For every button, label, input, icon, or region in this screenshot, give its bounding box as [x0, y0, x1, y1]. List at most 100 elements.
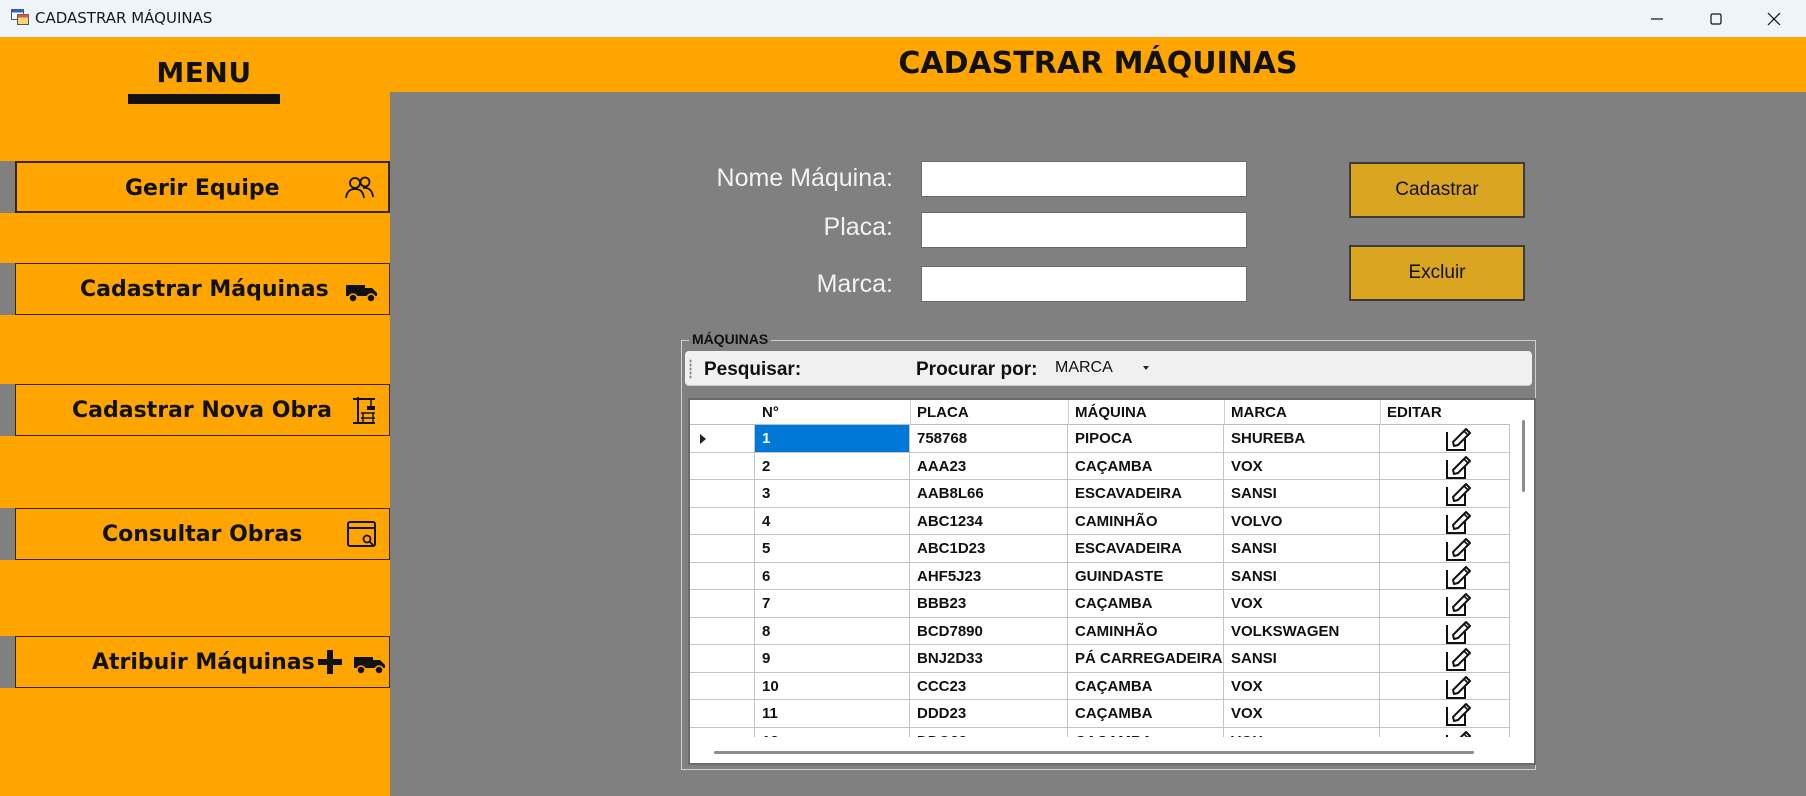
- excluir-button[interactable]: Excluir: [1349, 245, 1525, 301]
- column-header-placa[interactable]: PLACA: [910, 400, 1068, 425]
- edit-button[interactable]: [1380, 507, 1510, 535]
- cell-maquina[interactable]: CAMINHÃO: [1068, 507, 1224, 535]
- edit-button[interactable]: [1380, 645, 1510, 673]
- cell-marca[interactable]: VOLVO: [1224, 507, 1380, 535]
- cell-marca[interactable]: VOX: [1224, 452, 1380, 480]
- filter-select[interactable]: MARCA: [1052, 356, 1152, 380]
- row-header[interactable]: [690, 700, 755, 728]
- cell-placa[interactable]: CCC23: [910, 672, 1068, 700]
- cell-placa[interactable]: BCD7890: [910, 617, 1068, 645]
- cell-marca[interactable]: VOX: [1224, 727, 1380, 737]
- cell-n[interactable]: 9: [755, 645, 910, 673]
- row-header[interactable]: [690, 645, 755, 673]
- cell-n[interactable]: 4: [755, 507, 910, 535]
- menu-item-cadastrar-maquinas[interactable]: Cadastrar Máquinas: [15, 263, 390, 315]
- cell-placa[interactable]: AAA23: [910, 452, 1068, 480]
- row-header[interactable]: [690, 452, 755, 480]
- row-header[interactable]: [690, 590, 755, 618]
- cell-marca[interactable]: VOX: [1224, 700, 1380, 728]
- search-input[interactable]: [811, 358, 915, 380]
- edit-button[interactable]: [1380, 535, 1510, 563]
- cell-n[interactable]: 3: [755, 480, 910, 508]
- edit-button[interactable]: [1380, 562, 1510, 590]
- cell-n[interactable]: 6: [755, 562, 910, 590]
- cadastrar-button[interactable]: Cadastrar: [1349, 162, 1525, 218]
- cell-maquina[interactable]: CAÇAMBA: [1068, 672, 1224, 700]
- edit-button[interactable]: [1380, 617, 1510, 645]
- cell-placa[interactable]: DDO23: [910, 727, 1068, 737]
- menu-item-consultar-obras[interactable]: Consultar Obras: [15, 508, 390, 560]
- cell-maquina[interactable]: CAÇAMBA: [1068, 727, 1224, 737]
- cell-placa[interactable]: BBB23: [910, 590, 1068, 618]
- cell-marca[interactable]: SANSI: [1224, 480, 1380, 508]
- cell-placa[interactable]: AAB8L66: [910, 480, 1068, 508]
- nome-maquina-input[interactable]: [921, 161, 1247, 197]
- row-header[interactable]: [690, 425, 755, 453]
- cell-maquina[interactable]: CAÇAMBA: [1068, 452, 1224, 480]
- edit-button[interactable]: [1380, 425, 1510, 453]
- table-row[interactable]: 5 ABC1D23 ESCAVADEIRA SANSI: [690, 535, 1510, 563]
- cell-marca[interactable]: VOX: [1224, 672, 1380, 700]
- cell-n[interactable]: 2: [755, 452, 910, 480]
- close-button[interactable]: [1751, 0, 1797, 37]
- menu-item-gerir-equipe[interactable]: Gerir Equipe: [15, 161, 390, 213]
- table-row[interactable]: 6 AHF5J23 GUINDASTE SANSI: [690, 562, 1510, 590]
- table-row[interactable]: 1 758768 PIPOCA SHUREBA: [690, 425, 1510, 453]
- cell-marca[interactable]: SANSI: [1224, 562, 1380, 590]
- cell-placa[interactable]: ABC1D23: [910, 535, 1068, 563]
- menu-item-cadastrar-nova-obra[interactable]: Cadastrar Nova Obra: [15, 384, 390, 436]
- cell-marca[interactable]: SANSI: [1224, 535, 1380, 563]
- cell-n[interactable]: 1: [755, 425, 910, 453]
- edit-button[interactable]: [1380, 672, 1510, 700]
- toolstrip-grip[interactable]: [689, 359, 692, 379]
- table-row[interactable]: 3 AAB8L66 ESCAVADEIRA SANSI: [690, 480, 1510, 508]
- placa-input[interactable]: [921, 212, 1247, 248]
- cell-marca[interactable]: SANSI: [1224, 645, 1380, 673]
- marca-input[interactable]: [921, 266, 1247, 302]
- table-row[interactable]: 12DDO23CAÇAMBAVOX: [690, 727, 1510, 737]
- horizontal-scrollbar[interactable]: [714, 751, 1474, 754]
- cell-placa[interactable]: DDD23: [910, 700, 1068, 728]
- menu-item-atribuir-maquinas[interactable]: Atribuir Máquinas: [15, 636, 390, 688]
- column-header-marca[interactable]: MARCA: [1224, 400, 1380, 425]
- table-row[interactable]: 9 BNJ2D33 PÁ CARREGADEIRA SANSI: [690, 645, 1510, 673]
- cell-maquina[interactable]: ESCAVADEIRA: [1068, 480, 1224, 508]
- row-header[interactable]: [690, 507, 755, 535]
- column-header-editar[interactable]: EDITAR: [1380, 400, 1510, 425]
- cell-placa[interactable]: AHF5J23: [910, 562, 1068, 590]
- cell-placa[interactable]: ABC1234: [910, 507, 1068, 535]
- maximize-button[interactable]: [1693, 0, 1739, 37]
- table-row[interactable]: 8 BCD7890 CAMINHÃO VOLKSWAGEN: [690, 617, 1510, 645]
- edit-button[interactable]: [1380, 452, 1510, 480]
- cell-marca[interactable]: SHUREBA: [1224, 425, 1380, 453]
- edit-button[interactable]: [1380, 700, 1510, 728]
- table-row[interactable]: 4 ABC1234 CAMINHÃO VOLVO: [690, 507, 1510, 535]
- table-row[interactable]: 7 BBB23 CAÇAMBA VOX: [690, 590, 1510, 618]
- row-header[interactable]: [690, 727, 755, 737]
- cell-maquina[interactable]: CAÇAMBA: [1068, 700, 1224, 728]
- cell-n[interactable]: 11: [755, 700, 910, 728]
- machines-table[interactable]: N° PLACA MÁQUINA MARCA EDITAR 1 758768 PIP…: [688, 398, 1536, 765]
- cell-n[interactable]: 5: [755, 535, 910, 563]
- cell-maquina[interactable]: ESCAVADEIRA: [1068, 535, 1224, 563]
- cell-marca[interactable]: VOLKSWAGEN: [1224, 617, 1380, 645]
- edit-button[interactable]: [1380, 480, 1510, 508]
- cell-maquina[interactable]: GUINDASTE: [1068, 562, 1224, 590]
- vertical-scrollbar[interactable]: [1522, 420, 1525, 492]
- column-header-n[interactable]: N°: [755, 400, 910, 425]
- row-header[interactable]: [690, 617, 755, 645]
- table-row[interactable]: 10 CCC23 CAÇAMBA VOX: [690, 672, 1510, 700]
- cell-maquina[interactable]: PIPOCA: [1068, 425, 1224, 453]
- edit-button[interactable]: [1380, 727, 1510, 737]
- cell-n[interactable]: 7: [755, 590, 910, 618]
- row-header[interactable]: [690, 535, 755, 563]
- minimize-button[interactable]: [1634, 0, 1680, 37]
- column-header-maquina[interactable]: MÁQUINA: [1068, 400, 1224, 425]
- cell-n[interactable]: 10: [755, 672, 910, 700]
- table-row[interactable]: 11 DDD23 CAÇAMBA VOX: [690, 700, 1510, 728]
- cell-maquina[interactable]: CAÇAMBA: [1068, 590, 1224, 618]
- cell-n[interactable]: 12: [755, 727, 910, 737]
- row-header[interactable]: [690, 672, 755, 700]
- cell-placa[interactable]: 758768: [910, 425, 1068, 453]
- row-header[interactable]: [690, 480, 755, 508]
